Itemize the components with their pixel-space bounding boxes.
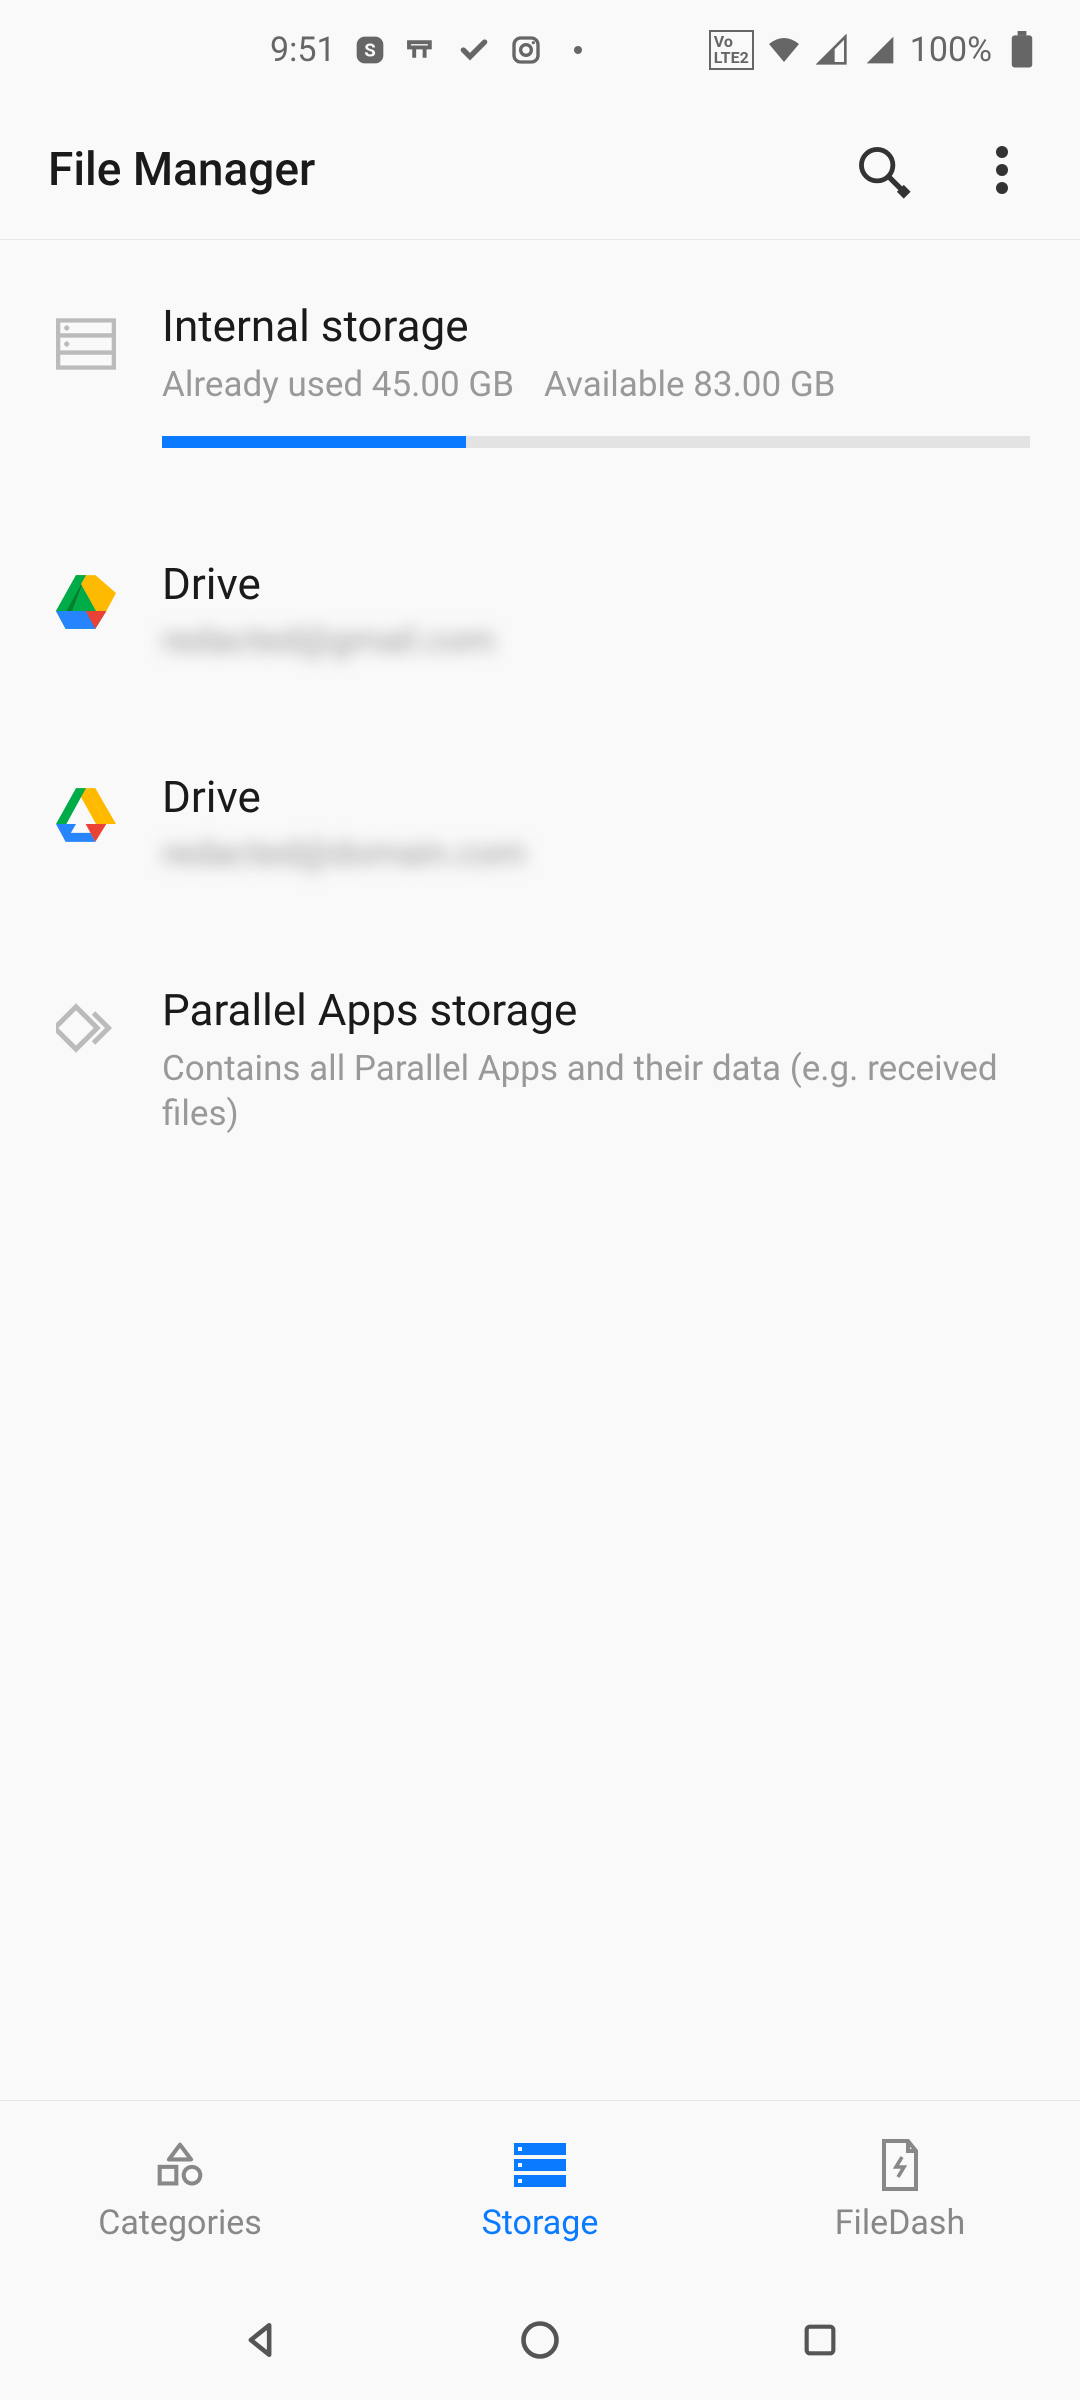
list-item-drive-1[interactable]: Drive redacted@gmail.com [0,498,1080,711]
overflow-menu-button[interactable] [972,140,1032,200]
status-time: 9:51 [270,30,336,70]
internal-progress [162,436,1030,448]
internal-avail: Available 83.00 GB [544,362,835,408]
tab-filedash[interactable]: FileDash [720,2139,1080,2243]
status-bar: 9:51 S VoLTE2 100% [0,0,1080,100]
drive2-title: Drive [162,771,1030,823]
app-bar: File Manager [0,100,1080,240]
tab-categories[interactable]: Categories [0,2139,360,2243]
item-body: Parallel Apps storage Contains all Paral… [162,984,1030,1137]
recent-icon [800,2320,840,2360]
search-icon [853,141,911,199]
internal-title: Internal storage [162,300,1030,352]
status-right: VoLTE2 100% [709,30,1040,70]
nav-home-button[interactable] [510,2310,570,2370]
app-bar-actions [852,140,1032,200]
search-button[interactable] [852,140,912,200]
wifi-icon [766,32,802,68]
storage-list: Internal storage Already used 45.00 GB A… [0,240,1080,2100]
storage-tab-icon [514,2139,566,2191]
filedash-icon [874,2139,926,2191]
internal-usage-row: Already used 45.00 GB Available 83.00 GB [162,362,1030,408]
parallel-icon [50,992,122,1064]
storage-icon [50,308,122,380]
battery-pct: 100% [910,30,992,70]
battery-icon [1004,32,1040,68]
list-item-drive-2[interactable]: Drive redacted@domain.com [0,711,1080,924]
list-item-internal[interactable]: Internal storage Already used 45.00 GB A… [0,240,1080,498]
list-item-parallel[interactable]: Parallel Apps storage Contains all Paral… [0,924,1080,1187]
item-body: Drive redacted@gmail.com [162,558,1030,661]
signal-icon-2 [862,32,898,68]
tab-storage[interactable]: Storage [360,2139,720,2243]
signal-icon-1 [814,32,850,68]
more-vert-icon [996,146,1008,194]
cast-icon [404,32,440,68]
system-nav-bar [0,2280,1080,2400]
drive1-title: Drive [162,558,1030,610]
svg-text:S: S [364,40,376,62]
internal-progress-fill [162,436,466,448]
status-left: 9:51 S [270,30,596,70]
item-body: Drive redacted@domain.com [162,771,1030,874]
drive1-sub: redacted@gmail.com [162,620,1030,661]
item-body: Internal storage Already used 45.00 GB A… [162,300,1030,448]
dot-icon [560,32,596,68]
google-drive-icon [50,779,122,851]
parallel-sub: Contains all Parallel Apps and their dat… [162,1046,1030,1137]
instagram-icon [508,32,544,68]
categories-icon [154,2139,206,2191]
drive2-sub: redacted@domain.com [162,833,1030,874]
check-icon [456,32,492,68]
bottom-tabs: Categories Storage FileDash [0,2100,1080,2280]
tab-filedash-label: FileDash [835,2203,965,2243]
page-title: File Manager [48,143,315,197]
back-icon [238,2318,282,2362]
volte-icon: VoLTE2 [709,30,754,70]
google-drive-icon [50,566,122,638]
parallel-title: Parallel Apps storage [162,984,1030,1036]
tab-storage-label: Storage [482,2203,599,2243]
home-icon [518,2318,562,2362]
skype-icon: S [352,32,388,68]
nav-recent-button[interactable] [790,2310,850,2370]
tab-categories-label: Categories [98,2203,262,2243]
nav-back-button[interactable] [230,2310,290,2370]
internal-used: Already used 45.00 GB [162,362,514,408]
